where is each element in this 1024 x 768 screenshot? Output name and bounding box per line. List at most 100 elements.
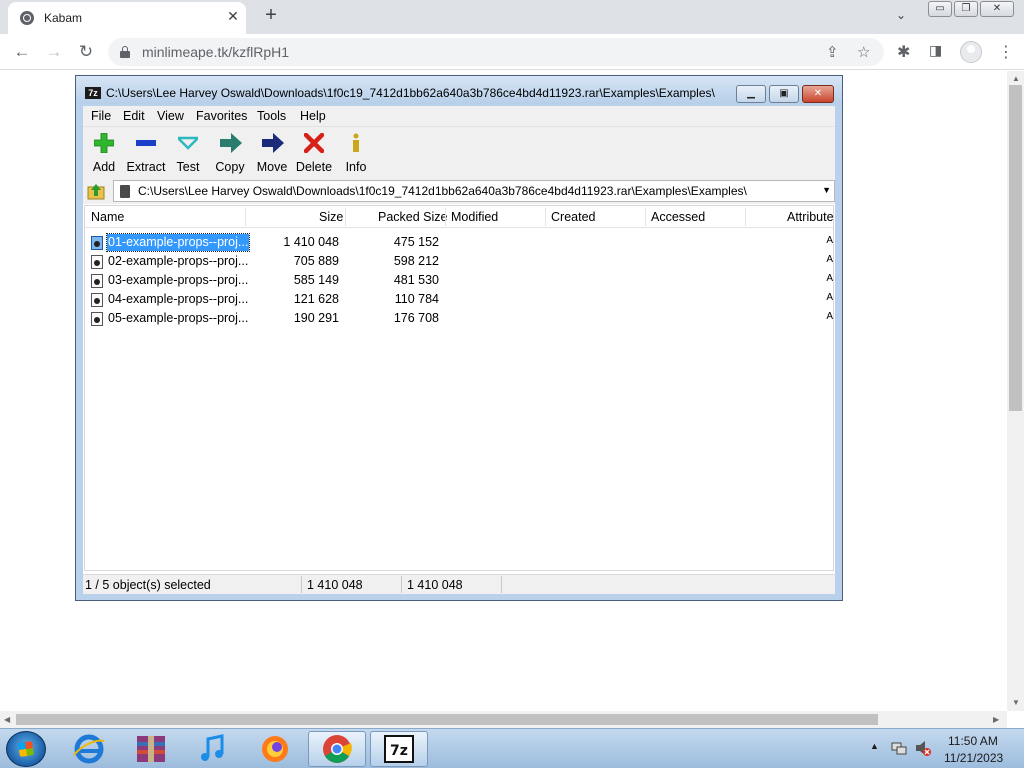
internet-explorer-icon[interactable] xyxy=(62,731,116,767)
chrome-icon[interactable] xyxy=(308,731,366,767)
tab-search-icon[interactable]: ⌄ xyxy=(896,8,906,22)
column-accessed[interactable]: Accessed xyxy=(651,210,705,224)
forward-icon[interactable]: → xyxy=(43,41,65,63)
file-list[interactable]: Name Size Packed Size Modified Created A… xyxy=(84,205,834,571)
add-button[interactable]: Add xyxy=(83,129,125,177)
new-tab-button[interactable]: + xyxy=(260,4,282,27)
url-text[interactable]: minlimeape.tk/kzflRpH1 xyxy=(142,44,289,60)
scrollbar-thumb[interactable] xyxy=(16,714,878,725)
close-button[interactable]: ✕ xyxy=(802,85,834,103)
tab-close-icon[interactable]: ✕ xyxy=(224,8,242,25)
profile-icon[interactable] xyxy=(960,41,982,63)
volume-muted-icon[interactable] xyxy=(914,739,932,757)
lock-icon[interactable] xyxy=(120,46,130,58)
column-size[interactable]: Size xyxy=(319,210,343,224)
7zip-title-bar[interactable]: 7z C:\Users\Lee Harvey Oswald\Downloads\… xyxy=(76,76,842,104)
file-name[interactable]: 05-example-props--proj... xyxy=(107,310,249,327)
scrollbar-thumb[interactable] xyxy=(1009,85,1022,411)
file-packed-size: 176 708 xyxy=(393,311,439,325)
column-modified[interactable]: Modified xyxy=(451,210,498,224)
back-icon[interactable]: ← xyxy=(11,41,33,63)
file-row[interactable]: 02-example-props--proj... 705 889 598 21… xyxy=(85,252,833,271)
move-icon xyxy=(262,133,284,153)
extract-icon xyxy=(136,140,156,146)
star-icon[interactable]: ☆ xyxy=(857,43,870,61)
file-icon xyxy=(91,274,103,288)
sidepanel-icon[interactable]: ◨ xyxy=(929,42,942,59)
path-text[interactable]: C:\Users\Lee Harvey Oswald\Downloads\1f0… xyxy=(138,184,747,198)
winrar-icon[interactable] xyxy=(124,731,178,767)
menu-tools[interactable]: Tools xyxy=(257,109,286,123)
extract-button[interactable]: Extract xyxy=(125,129,167,177)
itunes-icon[interactable] xyxy=(186,731,240,767)
delete-button[interactable]: Delete xyxy=(293,129,335,177)
info-button[interactable]: Info xyxy=(335,129,377,177)
network-icon[interactable] xyxy=(891,740,907,756)
clock-date[interactable]: 11/21/2023 xyxy=(944,751,1003,765)
clock-time[interactable]: 11:50 AM xyxy=(948,734,998,748)
add-icon xyxy=(94,133,114,153)
show-hidden-icons-icon[interactable]: ▲ xyxy=(870,741,879,751)
file-icon xyxy=(91,255,103,269)
status-bar: 1 / 5 object(s) selected 1 410 048 1 410… xyxy=(83,574,835,594)
file-name[interactable]: 01-example-props--proj... xyxy=(105,233,251,252)
file-packed-size: 481 530 xyxy=(393,273,439,287)
column-name[interactable]: Name xyxy=(91,210,124,224)
file-name[interactable]: 04-example-props--proj... xyxy=(107,291,249,308)
file-size: 705 889 xyxy=(293,254,339,268)
close-window-button[interactable]: ✕ xyxy=(980,1,1014,17)
move-button[interactable]: Move xyxy=(251,129,293,177)
test-button[interactable]: Test xyxy=(167,129,209,177)
file-name[interactable]: 03-example-props--proj... xyxy=(107,272,249,289)
file-row[interactable]: 05-example-props--proj... 190 291 176 70… xyxy=(85,309,833,328)
reload-icon[interactable]: ↻ xyxy=(75,41,97,63)
list-header: Name Size Packed Size Modified Created A… xyxy=(85,206,833,228)
folder-icon xyxy=(120,185,130,198)
maximize-button[interactable]: ▣ xyxy=(769,85,799,103)
menu-view[interactable]: View xyxy=(157,109,184,123)
menu-bar: File Edit View Favorites Tools Help xyxy=(83,106,835,126)
chevron-down-icon[interactable]: ▼ xyxy=(822,185,831,195)
menu-help[interactable]: Help xyxy=(300,109,326,123)
column-packed-size[interactable]: Packed Size xyxy=(378,210,447,224)
file-packed-size: 475 152 xyxy=(393,235,439,249)
toolbar: Add Extract Test Copy Move Delete Info xyxy=(83,126,835,178)
7zip-icon[interactable]: 7z xyxy=(370,731,428,767)
file-size: 585 149 xyxy=(293,273,339,287)
file-attribute: A xyxy=(826,254,833,265)
extensions-icon[interactable]: ✱ xyxy=(897,42,910,62)
file-attribute: A xyxy=(826,292,833,303)
restore-button[interactable]: ❐ xyxy=(954,1,978,17)
file-size: 1 410 048 xyxy=(283,235,339,249)
column-attributes[interactable]: Attribute xyxy=(787,210,833,224)
page-horizontal-scrollbar[interactable]: ◀ ▶ xyxy=(0,711,1007,728)
scroll-right-icon[interactable]: ▶ xyxy=(993,715,999,724)
firefox-icon[interactable] xyxy=(248,731,302,767)
file-row[interactable]: 03-example-props--proj... 585 149 481 53… xyxy=(85,271,833,290)
file-row[interactable]: 04-example-props--proj... 121 628 110 78… xyxy=(85,290,833,309)
menu-edit[interactable]: Edit xyxy=(123,109,145,123)
windows-taskbar: 7z ▲ 11:50 AM 11/21/2023 xyxy=(0,728,1024,768)
start-button[interactable] xyxy=(6,731,46,767)
minimize-button[interactable]: ▁ xyxy=(736,85,766,103)
scroll-left-icon[interactable]: ◀ xyxy=(4,715,10,724)
browser-tab[interactable]: Kabam ✕ xyxy=(8,2,246,34)
column-created[interactable]: Created xyxy=(551,210,595,224)
share-icon[interactable]: ⇪ xyxy=(826,43,839,61)
scroll-up-icon[interactable]: ▲ xyxy=(1012,74,1020,83)
scroll-down-icon[interactable]: ▼ xyxy=(1012,698,1020,707)
minimize-button[interactable]: ▭ xyxy=(928,1,952,17)
address-bar[interactable]: minlimeape.tk/kzflRpH1 ⇪ ☆ xyxy=(108,38,884,66)
file-attribute: A xyxy=(826,235,833,246)
path-combobox[interactable]: C:\Users\Lee Harvey Oswald\Downloads\1f0… xyxy=(113,180,835,202)
file-row[interactable]: 01-example-props--proj... 1 410 048 475 … xyxy=(85,233,833,252)
menu-favorites[interactable]: Favorites xyxy=(196,109,247,123)
copy-button[interactable]: Copy xyxy=(209,129,251,177)
menu-icon[interactable]: ⋮ xyxy=(998,42,1014,62)
info-icon xyxy=(353,133,359,152)
up-folder-icon[interactable] xyxy=(87,182,105,200)
menu-file[interactable]: File xyxy=(91,109,111,123)
page-vertical-scrollbar[interactable]: ▲ ▼ xyxy=(1007,71,1024,711)
file-name[interactable]: 02-example-props--proj... xyxy=(107,253,249,270)
info-label: Info xyxy=(345,160,367,174)
